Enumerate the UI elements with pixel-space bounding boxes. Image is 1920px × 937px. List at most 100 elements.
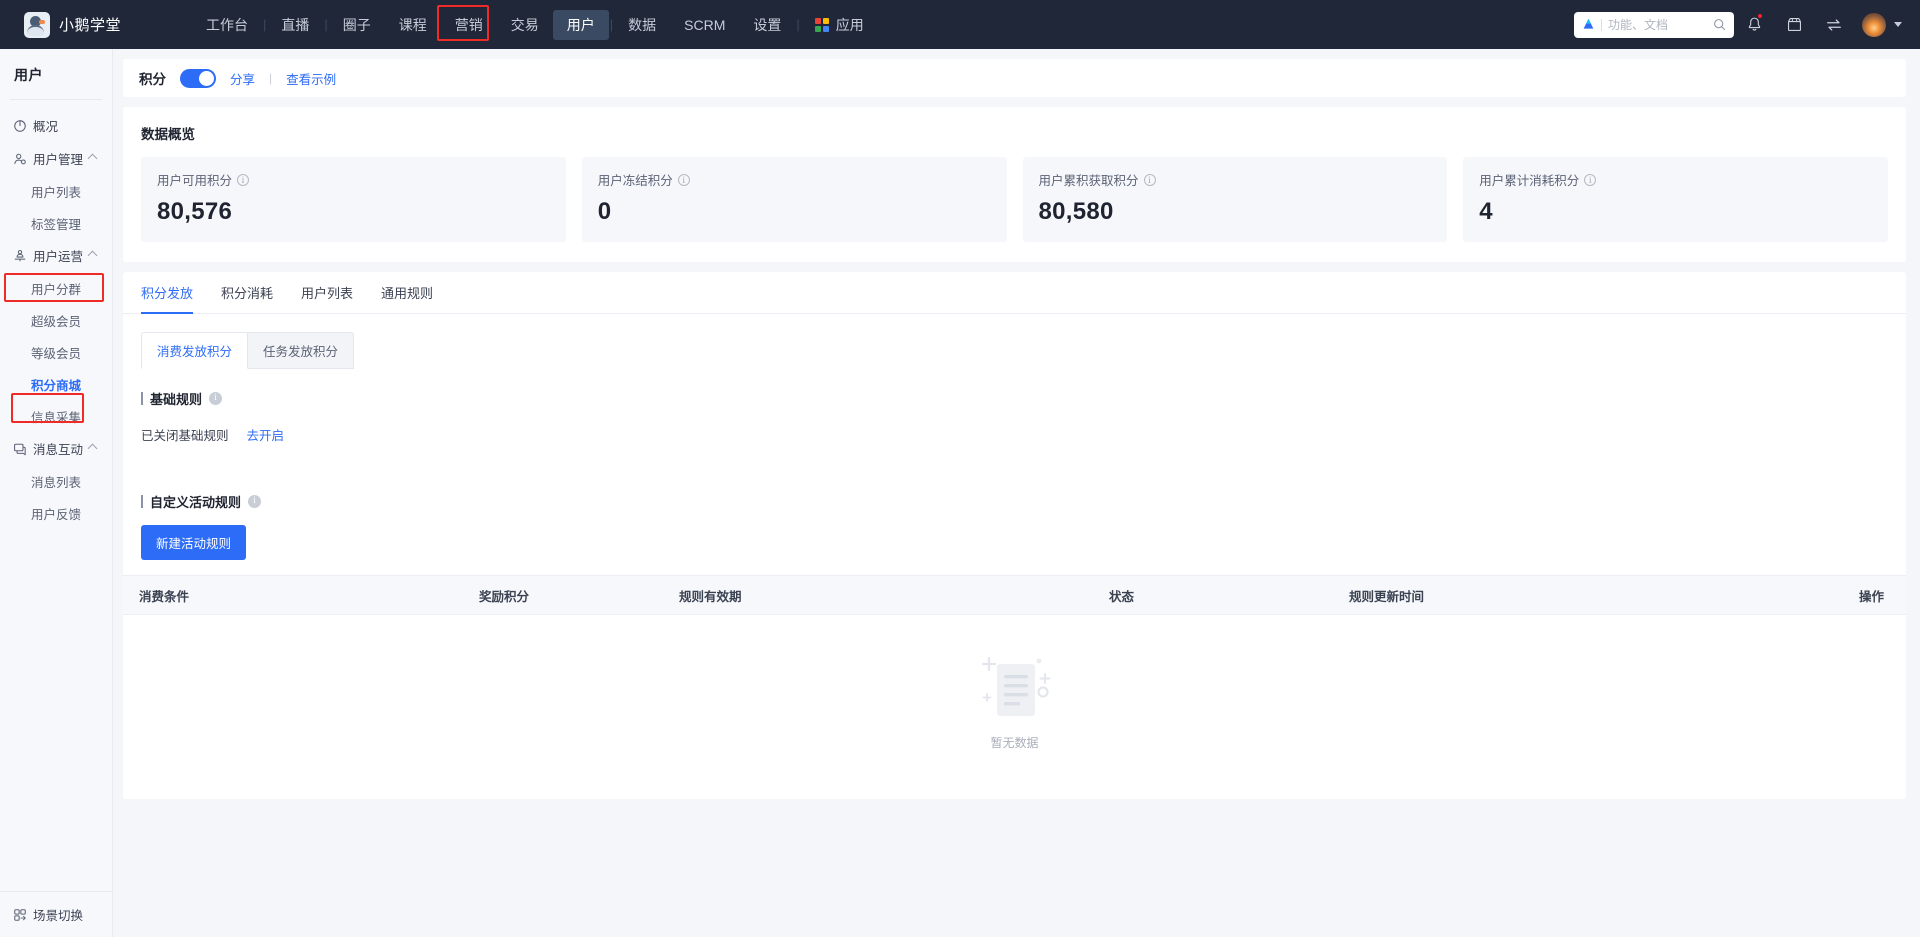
panel-tabs: 积分发放 积分消耗 用户列表 通用规则	[123, 272, 1906, 314]
tab-points-consume[interactable]: 积分消耗	[221, 272, 273, 314]
tab-points-issue[interactable]: 积分发放	[141, 272, 193, 314]
info-icon[interactable]: i	[209, 392, 222, 405]
switch-account-button[interactable]	[1814, 0, 1854, 49]
store-button[interactable]	[1774, 0, 1814, 49]
top-navigation-bar: 小鹅学堂 工作台 | 直播 | 圈子 课程 营销 交易 用户 | 数据 SCRM…	[0, 0, 1920, 49]
nav-item-scrm[interactable]: SCRM	[670, 0, 739, 49]
sidebar-item-points-mall[interactable]: 积分商城	[0, 368, 112, 400]
basic-rule-status-row: 已关闭基础规则 去开启	[123, 408, 1906, 444]
stat-value: 80,576	[157, 198, 550, 226]
basic-rule-status-text: 已关闭基础规则	[141, 425, 229, 444]
notification-badge	[1757, 13, 1763, 19]
sidebar-item-overview-label: 概况	[33, 116, 58, 135]
sidebar-item-level-member[interactable]: 等级会员	[0, 336, 112, 368]
nav-item-data[interactable]: 数据	[614, 0, 670, 49]
subtab-consume-issue-points[interactable]: 消费发放积分	[141, 332, 248, 369]
stat-label: 用户可用积分 i	[157, 170, 550, 189]
new-activity-rule-button[interactable]: 新建活动规则	[141, 525, 246, 560]
sidebar-item-tag-management[interactable]: 标签管理	[0, 207, 112, 239]
stat-label-text: 用户累积获取积分	[1039, 170, 1139, 189]
sidebar-item-info-collection[interactable]: 信息采集	[0, 400, 112, 432]
sidebar-item-user-operation-label: 用户运营	[33, 246, 83, 265]
nav-item-workbench[interactable]: 工作台	[192, 0, 262, 49]
sidebar-item-user-operation[interactable]: 用户运营	[0, 239, 112, 272]
info-icon[interactable]: i	[248, 495, 261, 508]
nav-item-course[interactable]: 课程	[385, 0, 441, 49]
nav-item-marketing[interactable]: 营销	[441, 0, 497, 49]
brand-logo-area[interactable]: 小鹅学堂	[24, 12, 164, 38]
sidebar-item-overview[interactable]: 概况	[0, 109, 112, 142]
user-operation-icon	[13, 249, 27, 263]
nav-item-live[interactable]: 直播	[267, 0, 323, 49]
sidebar-item-scene-switch[interactable]: 场景切换	[0, 891, 113, 937]
nav-item-trade[interactable]: 交易	[497, 0, 553, 49]
stat-value: 0	[598, 198, 991, 226]
stat-label: 用户累积获取积分 i	[1039, 170, 1432, 189]
chevron-up-icon[interactable]	[88, 444, 98, 454]
user-avatar[interactable]	[1862, 13, 1886, 37]
nav-menu: 工作台 | 直播 | 圈子 课程 营销 交易 用户 | 数据 SCRM 设置 |…	[192, 0, 878, 49]
nav-item-settings[interactable]: 设置	[739, 0, 795, 49]
table-column-status: 状态	[1093, 586, 1333, 605]
section-accent-bar	[141, 392, 143, 405]
sidebar-item-user-segment[interactable]: 用户分群	[0, 272, 112, 304]
basic-rule-header: 基础规则 i	[123, 369, 1906, 408]
table-header-row: 消费条件 奖励积分 规则有效期 状态 规则更新时间 操作	[123, 575, 1906, 615]
table-column-rule-validity: 规则有效期	[663, 586, 1093, 605]
stat-value: 4	[1479, 198, 1872, 226]
sidebar-item-super-member[interactable]: 超级会员	[0, 304, 112, 336]
nav-item-apps[interactable]: 应用	[801, 0, 878, 49]
stat-card-total-earned-points: 用户累积获取积分 i 80,580	[1023, 157, 1448, 242]
sidebar: 用户 概况 用户管理 用户列表 标签管理 用户运营 用户分群 超级会员 等级	[0, 49, 113, 937]
empty-document-icon	[967, 648, 1063, 730]
points-toggle[interactable]	[180, 69, 216, 88]
nav-item-user-label: 用户	[553, 10, 609, 40]
sidebar-item-user-list[interactable]: 用户列表	[0, 175, 112, 207]
sidebar-item-message-list[interactable]: 消息列表	[0, 465, 112, 497]
sidebar-item-scene-switch-label: 场景切换	[33, 905, 83, 924]
chevron-up-icon[interactable]	[88, 154, 98, 164]
subtab-task-issue-points[interactable]: 任务发放积分	[248, 332, 354, 369]
sidebar-item-user-management[interactable]: 用户管理	[0, 142, 112, 175]
nav-item-apps-label: 应用	[836, 15, 864, 35]
apps-grid-icon	[815, 18, 829, 32]
sidebar-item-message-interaction-label: 消息互动	[33, 439, 83, 458]
search-icon[interactable]	[1713, 18, 1726, 31]
chevron-up-icon[interactable]	[88, 251, 98, 261]
nav-item-user[interactable]: 用户	[553, 0, 609, 49]
sidebar-title: 用户	[0, 49, 112, 85]
stat-value: 80,580	[1039, 198, 1432, 226]
nav-item-circle[interactable]: 圈子	[329, 0, 385, 49]
enable-basic-rule-link[interactable]: 去开启	[247, 425, 285, 444]
sidebar-item-user-feedback[interactable]: 用户反馈	[0, 497, 112, 529]
info-icon[interactable]: i	[1584, 174, 1596, 186]
points-label: 积分	[139, 68, 166, 88]
data-overview-card: 数据概览 用户可用积分 i 80,576 用户冻结积分 i 0 用户累积获取积分	[123, 107, 1906, 262]
custom-rule-header: 自定义活动规则 i	[123, 472, 1906, 511]
search-divider	[1601, 19, 1602, 31]
share-link[interactable]: 分享	[230, 69, 255, 88]
tab-user-list[interactable]: 用户列表	[301, 272, 353, 314]
brand-name: 小鹅学堂	[59, 14, 121, 35]
stat-label-text: 用户冻结积分	[598, 170, 673, 189]
info-icon[interactable]: i	[237, 174, 249, 186]
stat-card-available-points: 用户可用积分 i 80,576	[141, 157, 566, 242]
stat-label: 用户累计消耗积分 i	[1479, 170, 1872, 189]
view-example-link[interactable]: 查看示例	[286, 69, 336, 88]
sidebar-item-message-interaction[interactable]: 消息互动	[0, 432, 112, 465]
activity-rule-table: 消费条件 奖励积分 规则有效期 状态 规则更新时间 操作	[123, 575, 1906, 783]
stat-label-text: 用户累计消耗积分	[1479, 170, 1579, 189]
search-input[interactable]: 功能、文档	[1608, 16, 1707, 33]
sidebar-item-user-management-label: 用户管理	[33, 149, 83, 168]
points-panel: 积分发放 积分消耗 用户列表 通用规则 消费发放积分 任务发放积分 基础规则 i…	[123, 272, 1906, 799]
table-column-operation: 操作	[1713, 586, 1906, 605]
search-box[interactable]: 功能、文档	[1574, 12, 1734, 38]
info-icon[interactable]: i	[678, 174, 690, 186]
info-icon[interactable]: i	[1144, 174, 1156, 186]
tab-general-rules[interactable]: 通用规则	[381, 272, 433, 314]
switch-account-icon	[1825, 16, 1843, 34]
user-manage-icon	[13, 152, 27, 166]
notification-button[interactable]	[1734, 0, 1774, 49]
chevron-down-icon[interactable]	[1894, 22, 1902, 27]
stat-row: 用户可用积分 i 80,576 用户冻结积分 i 0 用户累积获取积分 i 80…	[141, 157, 1888, 242]
